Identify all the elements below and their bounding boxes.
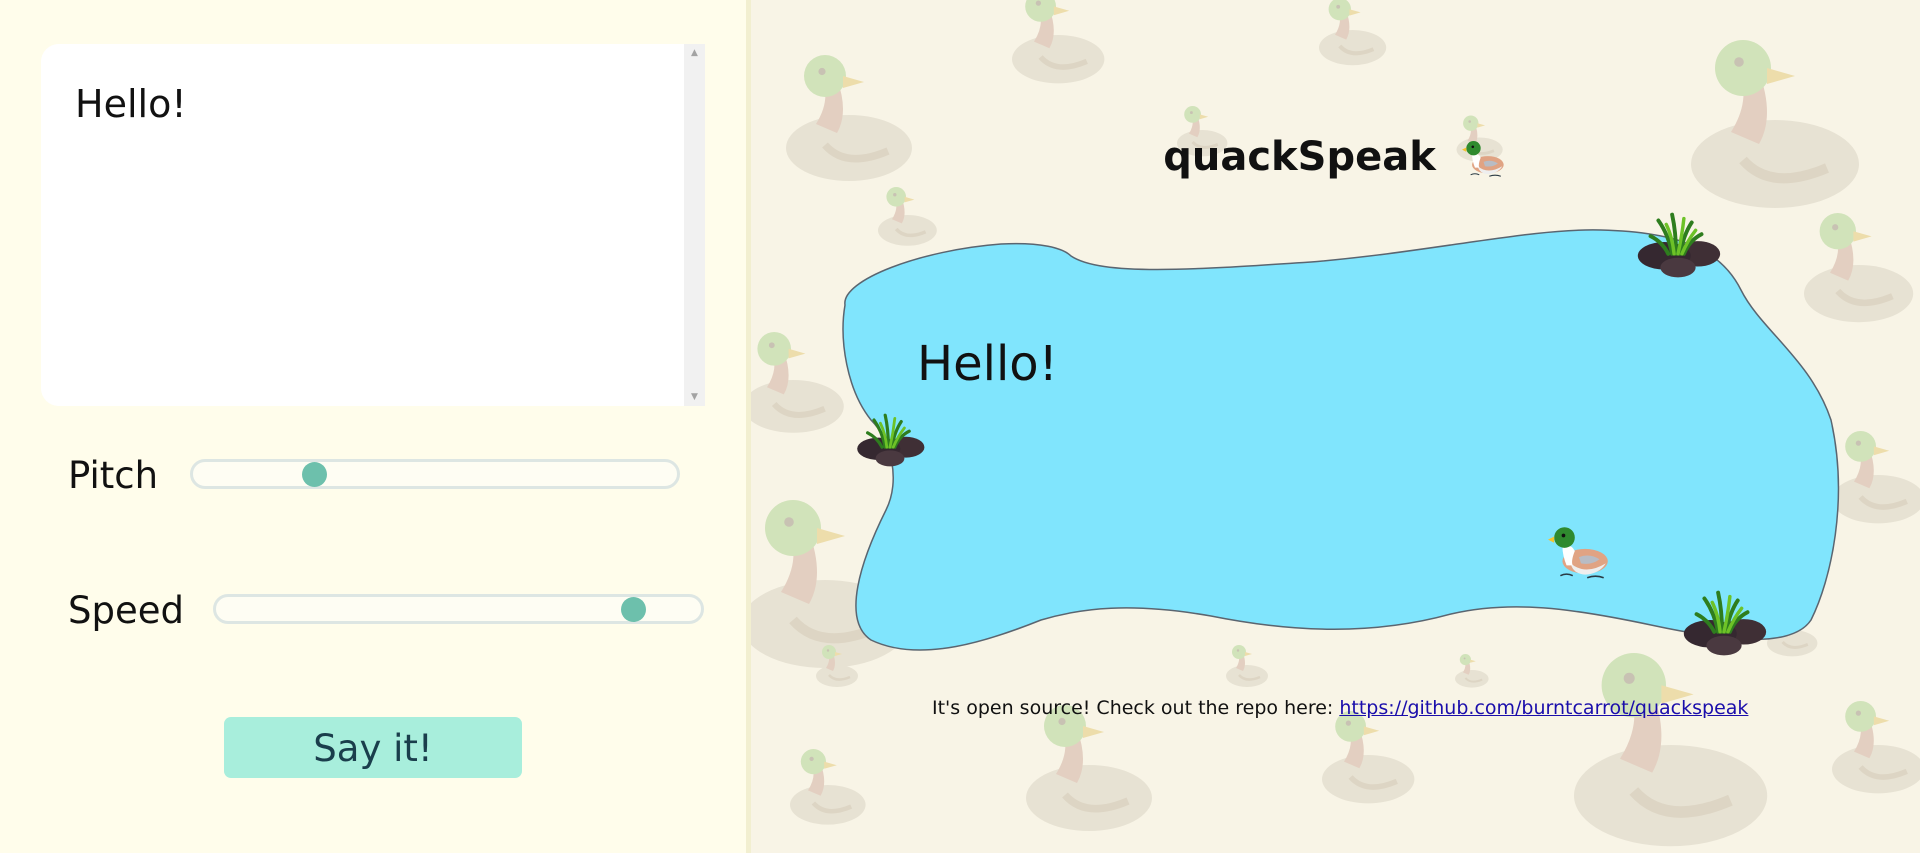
scroll-down-icon[interactable]: ▼: [684, 388, 705, 406]
scroll-up-icon[interactable]: ▲: [684, 44, 705, 62]
pitch-slider[interactable]: [190, 459, 680, 489]
speed-slider-thumb[interactable]: [620, 596, 646, 622]
title-text: quackSpeak: [1163, 134, 1436, 180]
duck-icon: [1461, 140, 1504, 177]
pond-water: [842, 229, 1840, 651]
footer-message: It's open source! Check out the repo her…: [932, 697, 1340, 719]
speed-label: Speed: [68, 589, 184, 632]
repo-link[interactable]: https://github.com/burntcarrot/quackspea…: [1339, 697, 1748, 719]
pitch-slider-thumb[interactable]: [301, 461, 327, 487]
speed-slider[interactable]: [213, 594, 704, 624]
controls-panel: Hello! ▲ ▼ Pitch Speed Say it!: [0, 0, 746, 853]
app-title: quackSpeak: [751, 129, 1920, 185]
text-editor: Hello! ▲ ▼: [41, 44, 705, 406]
pond: [842, 212, 1840, 658]
spoken-text-display: Hello!: [917, 336, 1058, 392]
say-it-button[interactable]: Say it!: [224, 717, 522, 778]
speech-text-input[interactable]: Hello!: [41, 44, 684, 406]
footer: It's open source! Check out the repo her…: [932, 696, 1748, 720]
text-scrollbar[interactable]: ▲ ▼: [684, 44, 705, 406]
pitch-label: Pitch: [68, 454, 159, 497]
pond-panel: quackSpeak Hello! It's open source! Chec…: [751, 0, 1920, 853]
